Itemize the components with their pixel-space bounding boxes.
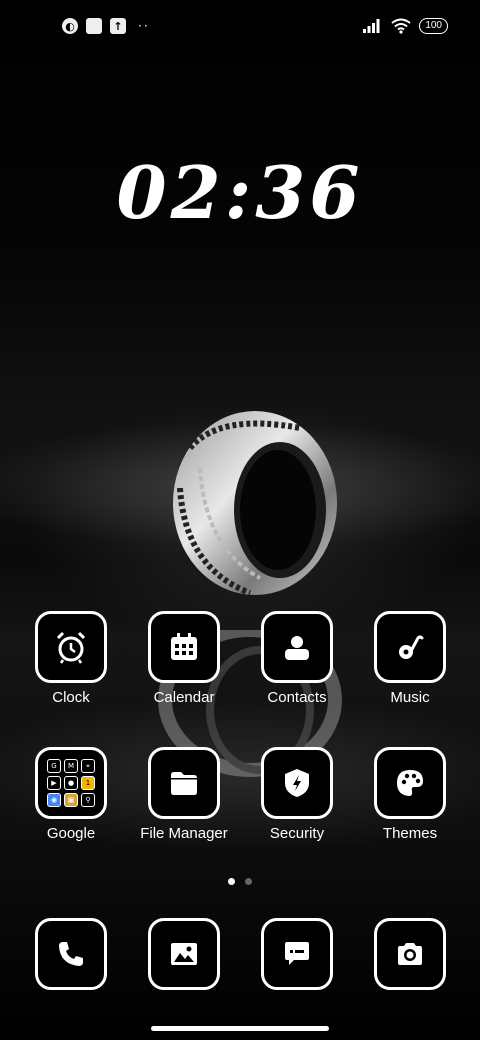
gallery-icon[interactable] <box>148 918 220 990</box>
page-indicator[interactable] <box>0 878 480 885</box>
notification-app-icon: ◐ <box>62 18 78 34</box>
upload-notification-icon: ↑ <box>110 18 126 34</box>
app-label: File Manager <box>140 825 228 842</box>
dock-messages[interactable] <box>242 918 352 990</box>
app-themes[interactable]: Themes <box>355 747 465 842</box>
camera-icon[interactable] <box>374 918 446 990</box>
app-calendar[interactable]: Calendar <box>129 611 239 706</box>
alarm-clock-icon[interactable] <box>35 611 107 683</box>
dock-phone[interactable] <box>16 918 126 990</box>
folder-grid: G M ⌖ ▶ ● 1 ◉ ▣ ⚲ <box>47 759 95 807</box>
home-gesture-bar[interactable] <box>151 1026 329 1031</box>
more-notifications-icon: ·· <box>138 19 150 33</box>
contacts-icon[interactable] <box>261 611 333 683</box>
folder-app-icon: 1 <box>81 776 95 790</box>
folder-app-icon: G <box>47 759 61 773</box>
messages-icon[interactable] <box>261 918 333 990</box>
folder-app-icon: ▶ <box>47 776 61 790</box>
app-label: Contacts <box>267 689 327 706</box>
app-security[interactable]: Security <box>242 747 352 842</box>
folder-app-icon: ▣ <box>64 793 78 807</box>
google-folder-icon[interactable]: G M ⌖ ▶ ● 1 ◉ ▣ ⚲ <box>35 747 107 819</box>
signal-icon <box>363 19 380 33</box>
folder-app-icon: ⌖ <box>81 759 95 773</box>
battery-indicator: 100 <box>419 18 448 34</box>
app-label: Security <box>269 825 325 842</box>
clock-widget[interactable]: 02:36 <box>0 150 480 235</box>
folder-icon[interactable] <box>148 747 220 819</box>
phone-icon[interactable] <box>35 918 107 990</box>
wifi-icon <box>391 18 411 34</box>
app-file-manager[interactable]: File Manager <box>129 747 239 842</box>
app-music[interactable]: Music <box>355 611 465 706</box>
status-left: ◐ ↑ ·· <box>62 18 150 34</box>
app-label: Themes <box>382 825 438 842</box>
folder-app-icon: ● <box>64 776 78 790</box>
app-google-folder[interactable]: G M ⌖ ▶ ● 1 ◉ ▣ ⚲ Google <box>16 747 126 842</box>
status-bar: ◐ ↑ ·· 100 <box>0 0 480 56</box>
music-icon[interactable] <box>374 611 446 683</box>
folder-app-icon: ⚲ <box>81 793 95 807</box>
status-right: 100 <box>363 18 448 34</box>
app-contacts[interactable]: Contacts <box>242 611 352 706</box>
ring-image <box>173 411 337 596</box>
calendar-icon[interactable] <box>148 611 220 683</box>
folder-app-icon: ◉ <box>47 793 61 807</box>
square-notification-icon <box>86 18 102 34</box>
dock-camera[interactable] <box>355 918 465 990</box>
app-label: Google <box>46 825 96 842</box>
app-clock[interactable]: Clock <box>16 611 126 706</box>
palette-icon[interactable] <box>374 747 446 819</box>
shield-icon[interactable] <box>261 747 333 819</box>
page-dot-active[interactable] <box>228 878 235 885</box>
app-label: Music <box>390 689 430 706</box>
app-label: Calendar <box>153 689 215 706</box>
folder-app-icon: M <box>64 759 78 773</box>
page-dot[interactable] <box>245 878 252 885</box>
dock-gallery[interactable] <box>129 918 239 990</box>
app-label: Clock <box>52 689 90 706</box>
